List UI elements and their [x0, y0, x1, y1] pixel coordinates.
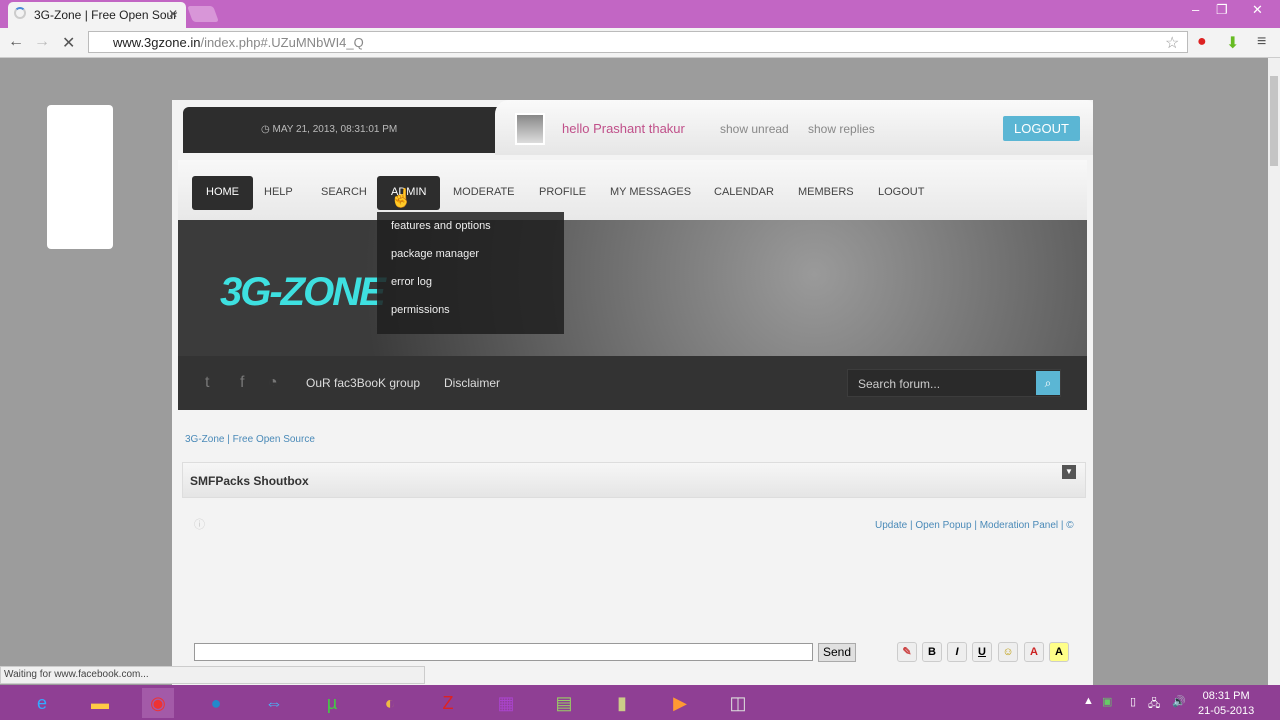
close-window-button[interactable]: ✕ — [1252, 2, 1263, 18]
date-bar: ◷ MAY 21, 2013, 08:31:01 PM — [183, 107, 503, 153]
search-forum-input[interactable]: Search forum... — [847, 369, 1061, 397]
menu-logout[interactable]: LOGOUT — [864, 176, 938, 210]
info-icon: ⓘ — [194, 519, 205, 531]
new-tab-button[interactable] — [187, 6, 219, 22]
menu-moderate[interactable]: MODERATE — [439, 176, 529, 210]
underline-button[interactable]: U — [972, 642, 992, 662]
search-icon[interactable]: ⌕ — [1036, 371, 1060, 395]
status-bar: Waiting for www.facebook.com... — [0, 666, 425, 684]
show-replies-link[interactable]: show replies — [808, 122, 875, 136]
restore-button[interactable]: ❐ — [1216, 2, 1228, 18]
current-date: MAY 21, 2013, 08:31:01 PM — [272, 124, 398, 135]
stop-button[interactable]: ✕ — [62, 33, 75, 53]
url-path: /index.php#.UZuMNbWI4_Q — [200, 35, 364, 50]
shoutbox-title: SMFPacks Shoutbox — [182, 462, 1086, 498]
twitter-icon[interactable]: t — [205, 374, 209, 392]
clock-icon: ◷ — [261, 124, 273, 135]
teamviewer-icon[interactable]: ⇔ — [258, 688, 290, 718]
logout-button[interactable]: LOGOUT — [1003, 116, 1080, 141]
shoutbox-links[interactable]: Update | Open Popup | Moderation Panel |… — [875, 520, 1074, 531]
side-widget — [47, 105, 113, 249]
network-tray-icon[interactable]: ▣ — [1102, 695, 1112, 708]
font-color-button[interactable]: A — [1024, 642, 1044, 662]
forward-button[interactable]: → — [34, 33, 50, 51]
dropdown-error-log[interactable]: error log — [391, 276, 564, 304]
system-clock[interactable]: 08:31 PM 21-05-2013 — [1198, 689, 1254, 719]
video-icon[interactable]: ▮ — [606, 688, 638, 718]
menu-profile[interactable]: PROFILE — [525, 176, 600, 210]
smiley-button[interactable]: ☺ — [998, 642, 1018, 662]
loading-spinner-icon — [14, 7, 26, 19]
chrome-icon[interactable]: ◉ — [142, 688, 174, 718]
menu-my-messages[interactable]: MY MESSAGES — [596, 176, 705, 210]
utorrent-icon[interactable]: µ — [316, 688, 348, 718]
back-button[interactable]: ← — [8, 33, 24, 51]
facebook-group-link[interactable]: OuR fac3BooK group — [306, 376, 420, 390]
browser-tab[interactable]: 3G-Zone | Free Open Sour ✕ — [8, 2, 186, 28]
greeting: hello Prashant thakur — [562, 121, 685, 136]
minimize-button[interactable]: – — [1192, 2, 1199, 17]
winrar-icon[interactable]: ▦ — [490, 688, 522, 718]
extension-icon[interactable]: ● — [1197, 33, 1207, 51]
italic-button[interactable]: I — [947, 642, 967, 662]
menu-calendar[interactable]: CALENDAR — [700, 176, 788, 210]
media-icon[interactable]: ● — [200, 688, 232, 718]
download-icon[interactable]: ⬇ — [1226, 33, 1239, 53]
menu-home[interactable]: HOME — [192, 176, 253, 210]
clock-time: 08:31 PM — [1202, 690, 1250, 702]
explorer-icon[interactable]: ▬ — [84, 688, 116, 718]
volume-icon[interactable]: 🔊 — [1172, 695, 1186, 708]
menu-members[interactable]: MEMBERS — [784, 176, 868, 210]
app-icon[interactable]: ◐ — [374, 688, 406, 718]
shout-input[interactable] — [194, 643, 813, 661]
address-bar[interactable]: www.3gzone.in/index.php#.UZuMNbWI4_Q — [88, 31, 1188, 53]
scrollbar-thumb[interactable] — [1270, 76, 1278, 166]
bold-button[interactable]: B — [922, 642, 942, 662]
window-icon[interactable]: ◫ — [722, 688, 754, 718]
rss-icon[interactable]: ◔ — [268, 374, 278, 392]
battery-icon[interactable]: ▯ — [1130, 695, 1136, 708]
clock-date: 21-05-2013 — [1198, 705, 1255, 717]
menu-help[interactable]: HELP — [250, 176, 307, 210]
network-icon[interactable]: 🖧 — [1148, 695, 1160, 714]
send-button[interactable]: Send — [818, 643, 856, 662]
dropdown-package-manager[interactable]: package manager — [391, 248, 564, 276]
avatar[interactable] — [515, 113, 545, 145]
site-logo[interactable]: 3G-ZONE — [220, 270, 386, 315]
mouse-cursor-icon: ☝ — [390, 188, 413, 208]
dropdown-features-options[interactable]: features and options — [391, 220, 564, 248]
tray-expand-icon[interactable]: ▲ — [1083, 695, 1094, 707]
notepad-icon[interactable]: ▤ — [548, 688, 580, 718]
disclaimer-link[interactable]: Disclaimer — [444, 376, 500, 390]
url-domain: www.3gzone.in — [113, 35, 201, 50]
menu-icon[interactable]: ≡ — [1257, 33, 1266, 51]
filezilla-icon[interactable]: Z — [432, 688, 464, 718]
breadcrumb[interactable]: 3G-Zone | Free Open Source — [185, 434, 315, 445]
show-unread-link[interactable]: show unread — [720, 122, 789, 136]
highlight-button[interactable]: A — [1049, 642, 1069, 662]
facebook-icon[interactable]: f — [240, 374, 244, 392]
bookmark-star-icon[interactable]: ☆ — [1165, 33, 1179, 53]
ie-icon[interactable]: e — [26, 688, 58, 718]
admin-dropdown: features and options package manager err… — [377, 212, 564, 334]
dropdown-permissions[interactable]: permissions — [391, 304, 564, 332]
player-icon[interactable]: ▶ — [664, 688, 696, 718]
collapse-icon[interactable]: ▼ — [1062, 465, 1076, 479]
clear-icon[interactable]: ✎ — [897, 642, 917, 662]
tab-title: 3G-Zone | Free Open Sour — [34, 8, 178, 22]
close-tab-icon[interactable]: ✕ — [168, 7, 178, 21]
menu-search[interactable]: SEARCH — [307, 176, 381, 210]
